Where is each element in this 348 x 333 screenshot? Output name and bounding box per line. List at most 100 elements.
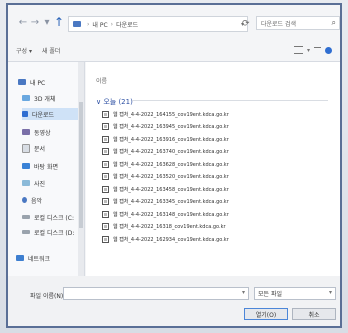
dialog-footer: 파일 이름(N): ▾ 모든 파일 ▾ 열기(O) 취소	[8, 276, 340, 326]
search-placeholder: 다운로드 검색	[261, 20, 297, 28]
music-icon	[22, 197, 27, 203]
file-name: 웹 캡처_4-4-2022_16318_cov19ent.kdca.go.kr	[113, 224, 226, 231]
sidebar-item-label: 음악	[31, 197, 43, 205]
picture-icon	[22, 180, 30, 186]
sidebar-item-network[interactable]: 네트워크	[16, 252, 50, 264]
address-bar[interactable]: › 내 PC › 다운로드 ▾	[68, 16, 248, 32]
file-name: 웹 캡처_4-4-2022_163520_cov19ent.kdca.go.kr	[113, 174, 229, 181]
search-input[interactable]: 다운로드 검색 ⌕	[256, 16, 340, 30]
sidebar-item-label: 로컬 디스크 (D:	[34, 229, 75, 237]
divider	[132, 100, 328, 101]
file-icon	[102, 135, 109, 143]
up-arrow-icon[interactable]: ↑	[52, 15, 66, 29]
filetype-value: 모든 파일	[258, 291, 282, 298]
navigation-pane: 내 PC 3D 개체 다운로드 동영상 문서 바탕 화면 사진 음악 로컬 디스…	[8, 62, 85, 276]
sidebar-item-label: 다운로드	[32, 111, 55, 119]
sidebar-item-label: 사진	[34, 180, 46, 188]
sidebar-item-label: 3D 개체	[34, 95, 56, 103]
list-item[interactable]: 웹 캡처_4-4-2022_16318_cov19ent.kdca.go.kr	[102, 221, 322, 234]
search-icon[interactable]: ⌕	[332, 18, 336, 28]
cancel-button[interactable]: 취소	[292, 308, 336, 320]
view-options-icon[interactable]	[293, 46, 303, 54]
list-item[interactable]: 웹 캡처_4-4-2022_163345_cov19ent.kdca.go.kr	[102, 196, 322, 209]
navigation-bar: ← → ▾ ↑ › 내 PC › 다운로드 ▾ ⟳ 다운로드 검색 ⌕	[8, 5, 340, 39]
disk-icon	[22, 215, 30, 219]
list-item[interactable]: 웹 캡처_4-4-2022_163945_cov19ent.kdca.go.kr	[102, 121, 322, 134]
file-icon	[102, 123, 109, 131]
document-icon	[22, 143, 30, 153]
command-toolbar: 구성 ▾ 새 폴더 ▾	[8, 41, 340, 59]
file-icon	[102, 160, 109, 168]
network-icon	[16, 255, 24, 261]
list-item[interactable]: 웹 캡처_4-4-2022_163148_cov19ent.kdca.go.kr	[102, 208, 322, 221]
chevron-right-icon: ›	[87, 20, 90, 28]
help-icon[interactable]	[325, 46, 332, 54]
file-icon	[102, 198, 109, 206]
file-name: 웹 캡처_4-4-2022_163458_cov19ent.kdca.go.kr	[113, 186, 229, 193]
list-item[interactable]: 웹 캡처_4-4-2022_163916_cov19ent.kdca.go.kr	[102, 133, 322, 146]
sidebar-item-label: 내 PC	[30, 79, 46, 87]
address-folder-label[interactable]: 다운로드	[116, 20, 138, 29]
pc-icon	[18, 79, 26, 85]
3d-objects-icon	[22, 95, 30, 101]
sidebar-item-downloads[interactable]: 다운로드	[22, 108, 78, 120]
view-controls: ▾	[293, 46, 332, 54]
navigation-scrollbar[interactable]	[78, 62, 84, 276]
file-name: 웹 캡처_4-4-2022_163628_cov19ent.kdca.go.kr	[113, 161, 229, 168]
open-button[interactable]: 열기(O)	[244, 308, 288, 320]
sidebar-item-label: 네트워크	[28, 255, 51, 263]
file-icon	[102, 173, 109, 181]
sidebar-item-local-disk-d[interactable]: 로컬 디스크 (D:	[22, 226, 74, 238]
sidebar-item-desktop[interactable]: 바탕 화면	[22, 160, 58, 172]
sidebar-item-music[interactable]: 음악	[22, 194, 42, 206]
filetype-select[interactable]: 모든 파일 ▾	[254, 287, 336, 300]
refresh-icon[interactable]: ⟳	[242, 19, 250, 29]
column-header-name[interactable]: 이름	[96, 76, 107, 85]
list-item[interactable]: 웹 캡처_4-4-2022_162934_cov19ent.kdca.go.kr	[102, 233, 322, 246]
file-icon	[102, 148, 109, 156]
sidebar-item-pc[interactable]: 내 PC	[18, 76, 45, 88]
sidebar-item-label: 로컬 디스크 (C:	[34, 214, 74, 222]
file-icon	[102, 210, 109, 218]
file-name: 웹 캡처_4-4-2022_163740_cov19ent.kdca.go.kr	[113, 149, 229, 156]
list-item[interactable]: 웹 캡처_4-4-2022_163740_cov19ent.kdca.go.kr	[102, 146, 322, 159]
filename-label: 파일 이름(N):	[30, 293, 66, 300]
chevron-down-icon[interactable]: ▾	[307, 47, 310, 54]
filename-input[interactable]: ▾	[63, 287, 249, 300]
sidebar-item-label: 문서	[34, 145, 46, 153]
list-item[interactable]: 웹 캡처_4-4-2022_163520_cov19ent.kdca.go.kr	[102, 171, 322, 184]
chevron-right-icon: ›	[110, 20, 114, 28]
sidebar-item-label: 동영상	[34, 129, 51, 137]
group-header-today[interactable]: ∨ 오늘 (21)	[96, 97, 133, 107]
preview-pane-icon[interactable]	[314, 47, 321, 53]
chevron-down-icon[interactable]: ▾	[242, 289, 245, 296]
sidebar-item-local-disk-c[interactable]: 로컬 디스크 (C:	[22, 211, 74, 223]
sidebar-item-pictures[interactable]: 사진	[22, 177, 45, 189]
download-icon	[22, 111, 28, 117]
file-name: 웹 캡처_4-4-2022_164155_cov19ent.kdca.go.kr	[113, 111, 229, 118]
file-icon	[102, 185, 109, 193]
list-item[interactable]: 웹 캡처_4-4-2022_163628_cov19ent.kdca.go.kr	[102, 158, 322, 171]
file-name: 웹 캡처_4-4-2022_163916_cov19ent.kdca.go.kr	[113, 136, 229, 143]
file-name: 웹 캡처_4-4-2022_163345_cov19ent.kdca.go.kr	[113, 199, 229, 206]
address-pc-label[interactable]: 내 PC	[92, 20, 107, 29]
video-icon	[22, 129, 30, 135]
list-item[interactable]: 웹 캡처_4-4-2022_164155_cov19ent.kdca.go.kr	[102, 108, 322, 121]
organize-button[interactable]: 구성 ▾	[16, 46, 32, 55]
scrollbar-thumb[interactable]	[79, 102, 83, 228]
file-list: 웹 캡처_4-4-2022_164155_cov19ent.kdca.go.kr…	[102, 108, 322, 246]
file-name: 웹 캡처_4-4-2022_163148_cov19ent.kdca.go.kr	[113, 211, 229, 218]
sidebar-item-3d-objects[interactable]: 3D 개체	[22, 92, 55, 104]
pc-icon	[73, 21, 81, 27]
file-icon	[102, 223, 109, 231]
file-list-pane: 이름 ∨ 오늘 (21) 웹 캡처_4-4-2022_164155_cov19e…	[86, 62, 340, 276]
sidebar-item-documents[interactable]: 문서	[22, 142, 45, 154]
disk-icon	[22, 230, 30, 234]
file-open-dialog: ← → ▾ ↑ › 내 PC › 다운로드 ▾ ⟳ 다운로드 검색 ⌕ 구성 ▾…	[6, 3, 342, 328]
sidebar-item-videos[interactable]: 동영상	[22, 126, 51, 138]
list-item[interactable]: 웹 캡처_4-4-2022_163458_cov19ent.kdca.go.kr	[102, 183, 322, 196]
file-icon	[102, 110, 109, 118]
file-name: 웹 캡처_4-4-2022_162934_cov19ent.kdca.go.kr	[113, 236, 229, 243]
chevron-down-icon[interactable]: ▾	[329, 289, 332, 296]
new-folder-button[interactable]: 새 폴더	[42, 46, 60, 55]
